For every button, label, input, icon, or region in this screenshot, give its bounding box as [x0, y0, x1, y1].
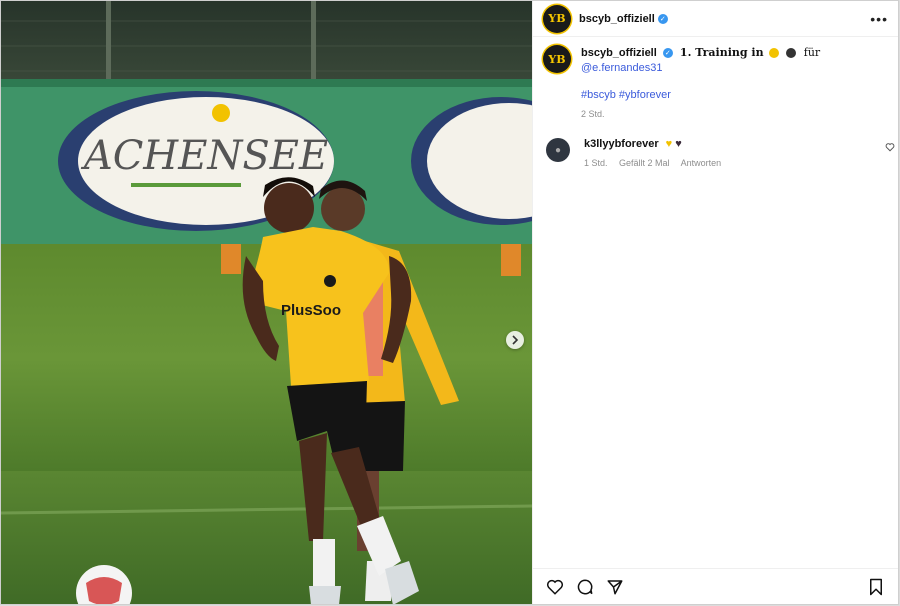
comment-item: ● k3llyybforever ♥ ♥ 1 Std. Gefällt 2 Ma… [533, 122, 898, 168]
caption-username[interactable]: bscyb_offiziell [581, 47, 657, 59]
black-heart-emoji-icon: ♥ [675, 138, 682, 150]
comment-reply-button[interactable]: Antworten [681, 158, 722, 168]
caption-title: 1. Training in [679, 46, 764, 59]
caption-body: bscyb_offiziell ✓ 1. Training in für @e.… [581, 45, 888, 122]
comment-bubble-icon [577, 578, 593, 594]
verified-badge-icon: ✓ [662, 48, 673, 59]
caption-hashtags[interactable]: #bscyb #ybforever [581, 89, 671, 101]
caption-author-avatar[interactable]: YB [543, 45, 571, 73]
post-actions-bar [533, 568, 898, 604]
more-options-icon[interactable]: ••• [870, 11, 888, 27]
caption-mention-link[interactable]: @e.fernandes31 [581, 62, 663, 74]
comment-body: k3llyybforever ♥ ♥ 1 Std. Gefällt 2 Mal … [584, 138, 730, 168]
caption-for-word: für [803, 46, 821, 59]
jersey-sponsor-text: PlusSoo [281, 302, 341, 319]
post-details-panel: YB bscyb_offiziell ✓ ••• YB bscyb_offizi… [532, 1, 898, 604]
share-button[interactable] [605, 577, 625, 597]
save-button[interactable] [866, 577, 886, 597]
yellow-heart-emoji-icon: ♥ [665, 138, 673, 150]
author-avatar[interactable]: YB [543, 4, 571, 33]
comment-meta: 1 Std. Gefällt 2 Mal Antworten [584, 158, 730, 168]
avatar-logo: YB [548, 12, 566, 25]
black-circle-emoji-icon [785, 48, 796, 59]
next-image-button[interactable] [506, 331, 524, 349]
paper-plane-icon [607, 579, 623, 594]
comment-button[interactable] [575, 577, 595, 597]
commenter-avatar[interactable]: ● [546, 138, 570, 162]
heart-icon [546, 579, 564, 595]
comment-like-heart-icon[interactable] [885, 142, 895, 152]
bookmark-icon [870, 578, 882, 595]
banner-text: ACHENSEE [80, 133, 328, 179]
comment-timestamp: 1 Std. [584, 158, 608, 168]
commenter-username[interactable]: k3llyybforever [584, 138, 659, 150]
post-caption: YB bscyb_offiziell ✓ 1. Training in für … [533, 37, 898, 122]
training-photo: ACHENSEE PlusSoo [1, 1, 532, 604]
comment-likes-link[interactable]: Gefällt 2 Mal [619, 158, 670, 168]
post-header: YB bscyb_offiziell ✓ ••• [533, 1, 898, 37]
verified-badge-icon: ✓ [657, 13, 668, 24]
avatar-logo: YB [548, 52, 566, 66]
instagram-post: ACHENSEE PlusSoo YB bscyb_offiziell ✓ ••… [0, 0, 899, 605]
like-button[interactable] [545, 577, 565, 597]
caption-timestamp: 2 Std. [581, 109, 605, 119]
chevron-right-icon [512, 335, 519, 345]
yellow-circle-emoji-icon [768, 48, 779, 59]
post-photo[interactable]: ACHENSEE PlusSoo [1, 1, 532, 604]
author-username[interactable]: bscyb_offiziell [579, 13, 655, 25]
